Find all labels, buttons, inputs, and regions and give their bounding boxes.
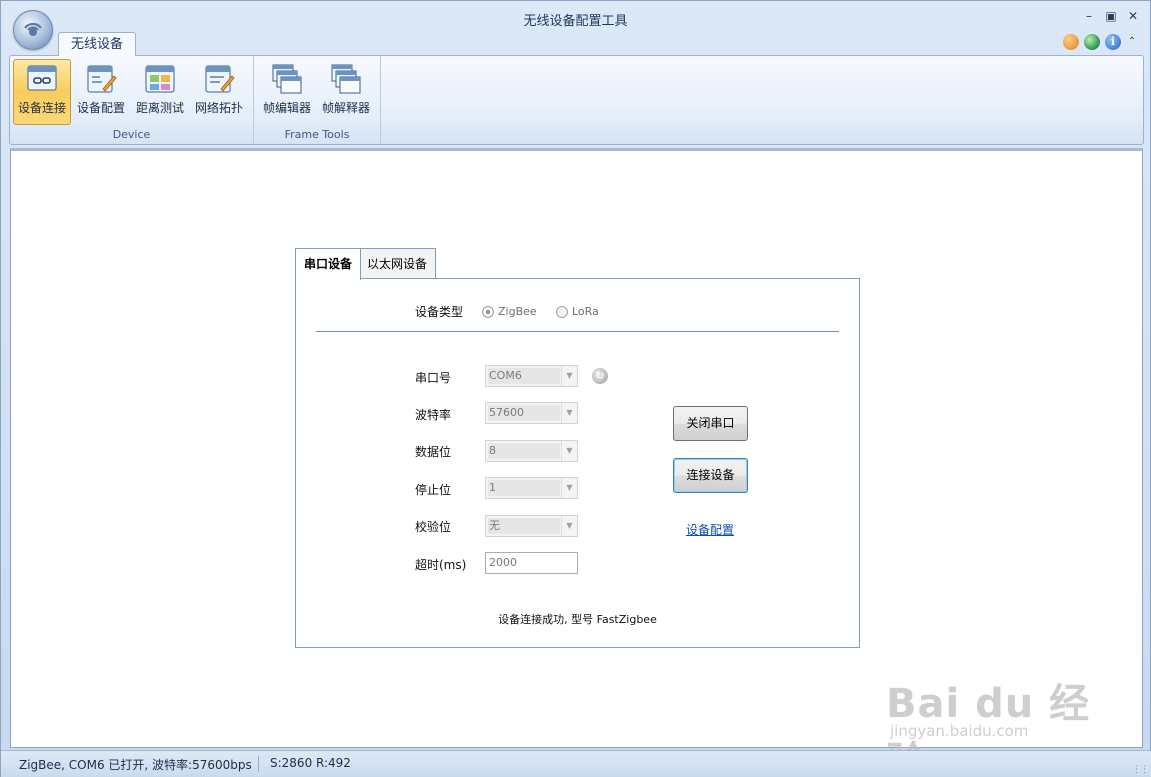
palette-icon[interactable] (1063, 34, 1079, 50)
radio-dot-icon (482, 305, 494, 318)
device-config-link[interactable]: 设备配置 (686, 521, 734, 538)
connection-status-message: 设备连接成功, 型号 FastZigbee (498, 613, 657, 626)
network-topology-button[interactable]: 网络拓扑 (190, 59, 248, 125)
baud-select[interactable]: 57600 ▼ (485, 402, 578, 424)
frame-parser-button[interactable]: 帧解释器 (317, 59, 375, 125)
databits-label: 数据位 (415, 445, 452, 459)
device-connect-button[interactable]: 设备连接 (13, 59, 71, 125)
ribbon-help-icons: i ⌃ (1063, 34, 1138, 50)
app-window: 无线设备配置工具 – ▣ ✕ 无线设备 i ⌃ 设备连接 设备配置 距离测试 网… (0, 0, 1151, 777)
radio-lora[interactable]: LoRa (556, 305, 599, 318)
status-separator (258, 756, 259, 772)
app-menu-orb-icon[interactable] (13, 10, 53, 50)
port-select-value: COM6 (488, 368, 560, 384)
port-label: 串口号 (415, 371, 452, 385)
received-count: R:492 (316, 756, 351, 770)
close-icon[interactable]: ✕ (1126, 9, 1140, 23)
minimize-icon[interactable]: – (1082, 9, 1096, 23)
sent-count: S:2860 (270, 756, 313, 770)
parity-label: 校验位 (415, 520, 452, 534)
distance-test-icon (144, 63, 176, 95)
collapse-ribbon-icon[interactable]: ⌃ (1126, 34, 1138, 50)
window-title: 无线设备配置工具 (523, 14, 628, 29)
maximize-icon[interactable]: ▣ (1104, 9, 1118, 23)
close-port-button[interactable]: 关闭串口 (673, 406, 748, 441)
tab-ethernet-device[interactable]: 以太网设备 (358, 248, 437, 279)
distance-test-button[interactable]: 距离测试 (131, 59, 189, 125)
window-controls: – ▣ ✕ (1082, 9, 1140, 23)
stopbits-label: 停止位 (415, 483, 452, 497)
resize-grip-icon[interactable]: ⋮⋮ (1132, 765, 1149, 775)
chevron-down-icon: ▼ (561, 516, 577, 536)
stopbits-select[interactable]: 1 ▼ (485, 477, 578, 499)
frame-editor-icon (271, 63, 303, 95)
timeout-label: 超时(ms) (415, 558, 467, 572)
ribbon-group-label: Device (112, 128, 151, 141)
chevron-down-icon: ▼ (561, 478, 577, 498)
ribbon-tab-wireless-device[interactable]: 无线设备 (58, 32, 137, 56)
chevron-down-icon: ▼ (561, 441, 577, 461)
databits-select-value: 8 (488, 443, 560, 459)
globe-icon[interactable] (1084, 34, 1100, 50)
title-bar: 无线设备配置工具 – ▣ ✕ (1, 1, 1150, 33)
radio-zigbee[interactable]: ZigBee (482, 305, 537, 318)
device-type-label: 设备类型 (415, 305, 464, 319)
device-config-button[interactable]: 设备配置 (72, 59, 130, 125)
radio-dot-icon (556, 305, 568, 318)
chevron-down-icon: ▼ (561, 403, 577, 423)
baud-select-value: 57600 (488, 405, 560, 421)
radio-lora-label: LoRa (572, 305, 599, 318)
tab-serial-device[interactable]: 串口设备 (295, 248, 362, 280)
ribbon-group-label: Frame Tools (284, 128, 350, 141)
parity-select-value: 无 (488, 518, 560, 534)
connect-device-button[interactable]: 连接设备 (673, 458, 748, 493)
frame-editor-button[interactable]: 帧编辑器 (258, 59, 316, 125)
frame-parser-icon (330, 63, 362, 95)
status-bar: ZigBee, COM6 已打开, 波特率:57600bps S:2860 R:… (1, 750, 1151, 777)
databits-select[interactable]: 8 ▼ (485, 440, 578, 462)
device-config-icon (85, 63, 117, 95)
ribbon-group-frame-tools: 帧编辑器 帧解释器 Frame Tools (254, 56, 381, 144)
info-icon[interactable]: i (1105, 34, 1121, 50)
device-connect-icon (26, 63, 58, 95)
refresh-ports-icon[interactable]: ↻ (592, 368, 608, 384)
ribbon-panel: 设备连接 设备配置 距离测试 网络拓扑 Device 帧编辑器 帧解释器 Fra… (9, 55, 1144, 145)
baud-label: 波特率 (415, 408, 452, 422)
divider (316, 331, 839, 332)
radio-zigbee-label: ZigBee (498, 305, 537, 318)
timeout-input[interactable]: 2000 (485, 552, 578, 574)
port-select[interactable]: COM6 ▼ (485, 365, 578, 387)
chevron-down-icon: ▼ (561, 366, 577, 386)
stopbits-select-value: 1 (488, 480, 560, 496)
parity-select[interactable]: 无 ▼ (485, 515, 578, 537)
ribbon-group-device: 设备连接 设备配置 距离测试 网络拓扑 Device (10, 56, 254, 144)
network-topology-icon (203, 63, 235, 95)
port-status-text: ZigBee, COM6 已打开, 波特率:57600bps (19, 758, 252, 772)
serial-device-panel: 设备类型 ZigBee LoRa 串口号 COM6 ▼ ↻ 波特率 57600 … (295, 278, 860, 648)
